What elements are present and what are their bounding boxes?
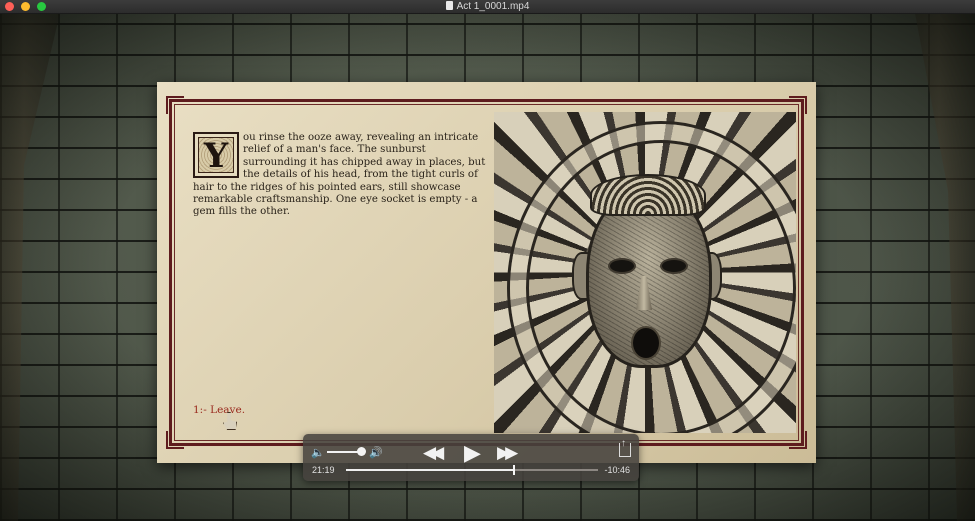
frame-corner-ornament [166,96,184,114]
window-title-area: Act 1_0001.mp4 [0,0,975,13]
choice-leave[interactable]: 1:- Leave. [193,404,245,416]
share-icon[interactable] [619,443,631,457]
document-icon [445,1,453,10]
fast-forward-icon[interactable]: ▶▶ [497,443,518,463]
window-title: Act 1_0001.mp4 [456,1,530,12]
video-controls-hud: 🔈 🔊 ◀◀ ▶ ▶▶ ↑ 21:19 -10:46 [303,434,639,481]
story-parchment-panel: Y ou rinse the ooze away, revealing an i… [157,82,816,463]
drop-cap: Y [193,132,239,178]
window-titlebar: Act 1_0001.mp4 [0,0,975,14]
open-mouth [631,326,661,360]
remaining-time: -10:46 [604,465,630,475]
eye-socket-right [660,258,688,274]
face-relief-illustration [494,112,796,433]
speaker-low-icon[interactable]: 🔈 [311,446,325,459]
drop-cap-letter: Y [203,136,229,176]
story-text-block: Y ou rinse the ooze away, revealing an i… [193,132,491,219]
frame-corner-ornament [789,431,807,449]
volume-slider-fill [327,451,360,453]
curled-hair [590,174,706,216]
play-icon[interactable]: ▶ [464,440,481,466]
scrubber-fill [346,469,514,471]
rewind-icon[interactable]: ◀◀ [423,443,444,463]
current-time: 21:19 [312,465,335,475]
volume-slider-knob[interactable] [357,447,366,456]
speaker-high-icon[interactable]: 🔊 [369,446,383,459]
frame-corner-ornament [166,431,184,449]
eye-socket-left [608,258,636,274]
scrubber-playhead[interactable] [513,465,515,475]
